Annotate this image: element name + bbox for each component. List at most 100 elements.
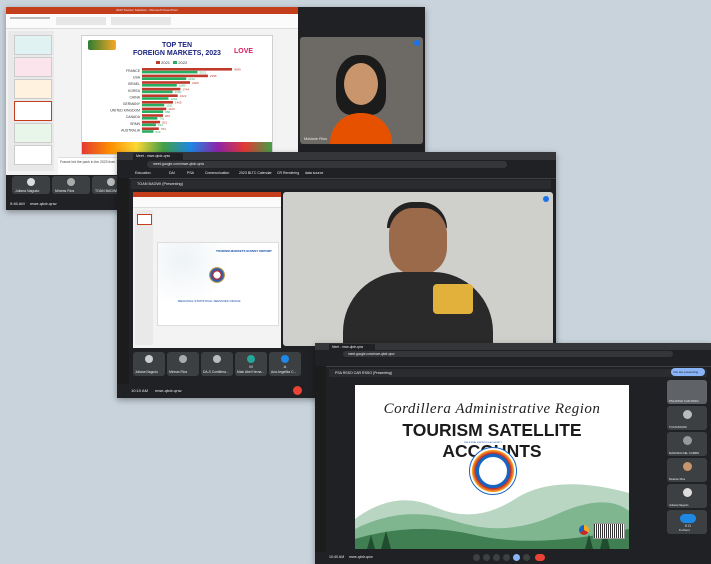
presenting-pill[interactable]: You are presenting — [671, 368, 705, 376]
browser-tabbar: Meet - mwe-qbdr-qnw — [117, 152, 556, 160]
bookmarks-bar — [315, 358, 711, 367]
avatar-initial: A — [283, 364, 287, 369]
bookmark[interactable]: Education — [135, 171, 151, 175]
participant-name: TOAN BAGWI — [95, 189, 118, 193]
bar-2021 — [142, 68, 232, 71]
avatar — [145, 355, 153, 363]
slide-thumbnail[interactable] — [14, 57, 52, 77]
participant-tile[interactable]: Mineas Rios — [167, 352, 199, 376]
slide-thumbnail[interactable] — [14, 123, 52, 143]
pin-icon[interactable] — [543, 196, 549, 202]
slide-heading: TOURISM MARKETS SURVEY REPORT — [216, 249, 272, 253]
ppt-title: 2023 Tourism Statistics - Microsoft Powe… — [116, 8, 178, 12]
side-rail — [117, 178, 129, 398]
market-label: ISRAEL — [128, 82, 140, 86]
bookmark[interactable]: data source — [305, 171, 323, 175]
slide-thumbnail[interactable] — [14, 35, 52, 55]
participant-tile[interactable]: A Ana Angelika C... — [269, 352, 301, 376]
participant-name: Melanie Rios — [669, 477, 686, 481]
participant-tile[interactable]: Melanie Rios — [667, 458, 707, 482]
bookmark[interactable]: CR Rendering — [277, 171, 299, 175]
participant-tile[interactable]: TOAN BAGWI — [667, 406, 707, 430]
participant-name: Juliana Nagudo — [15, 189, 40, 193]
speaker-video-tile[interactable] — [283, 192, 553, 346]
bar-2022 — [142, 77, 187, 80]
presenting-bar: PSA RSSO CAR RSSO (Presenting) — [329, 369, 707, 377]
market-label: USA — [133, 76, 141, 80]
raise-hand-button[interactable] — [503, 554, 510, 561]
slide-footer: REGIONAL STATISTICAL SERVICES OFFICE — [178, 299, 241, 303]
meeting-time: 9:46 AM — [10, 201, 25, 206]
url-text: meet.google.com/mwe-qbdr-qnw — [348, 352, 395, 356]
participant-name: Ana Angelika C... — [271, 370, 297, 374]
bar-value-label: 1405 — [175, 101, 182, 105]
qr-code-icon — [593, 523, 625, 539]
browser-tab[interactable]: Meet - mwe-qbdr-qnw — [133, 153, 183, 160]
mic-button[interactable] — [473, 554, 480, 561]
presenting-bar: TOAN BAGWI (Presenting) — [131, 180, 551, 189]
url-text: meet.google.com/mwe-qbdr-qnw — [153, 162, 204, 166]
region-title: Cordillera Administrative Region — [383, 401, 601, 417]
browser-addressbar: meet.google.com/mwe-qbdr-qnw — [117, 160, 556, 169]
participant-tile[interactable]: Juliana Nagudo — [12, 176, 50, 194]
market-label: FRANCE — [126, 69, 141, 73]
self-video-tile[interactable]: Melanie Rios — [300, 37, 423, 144]
bookmark[interactable]: 2023 BLTC Calendar — [239, 171, 272, 175]
pin-icon[interactable] — [414, 40, 420, 46]
captions-button[interactable] — [493, 554, 500, 561]
participant-tile[interactable]: DA-S Cordillera... — [201, 352, 233, 376]
market-label: GERMANY — [123, 102, 141, 106]
avatar — [67, 178, 75, 186]
slide-thumbnail[interactable] — [14, 79, 52, 99]
bar-value-label: 1622 — [180, 94, 187, 98]
participant-name: Main Abel Herna... — [237, 370, 265, 374]
meeting-code: mwe-qbdr-qnw — [349, 555, 373, 559]
bar-2021 — [142, 74, 208, 78]
side-rail — [315, 366, 326, 564]
avatar — [683, 488, 692, 497]
participant-tile[interactable]: M Main Abel Herna... — [235, 352, 267, 376]
participant-tile[interactable]: Juliana Nagudo — [133, 352, 165, 376]
present-button[interactable] — [513, 554, 520, 561]
others-count: 8 others — [679, 528, 690, 532]
participant-name: Mineas Rios — [55, 189, 75, 193]
avatar — [27, 178, 35, 186]
slide-thumbnail[interactable] — [14, 145, 52, 165]
bar-2022 — [142, 90, 173, 94]
participant-name: PSA RSSO CAR RSSO — [669, 399, 699, 403]
url-field[interactable]: meet.google.com/mwe-qbdr-qnw — [147, 161, 507, 168]
self-name-label: Melanie Rios — [304, 136, 328, 141]
end-call-button[interactable] — [293, 386, 302, 395]
participant-tile[interactable]: Mineas Rios — [52, 176, 90, 194]
others-tile[interactable]: K D 8 others — [667, 510, 707, 534]
participant-tile[interactable]: PSA RSSO CAR RSSO — [667, 380, 707, 404]
presented-powerpoint: TOURISM MARKETS SURVEY REPORT REGIONAL S… — [133, 192, 281, 348]
avatar — [683, 462, 692, 471]
meeting-time: 10:40 AM — [329, 555, 345, 559]
tab-label: Meet - mwe-qbdr-qnw — [136, 154, 171, 158]
presenting-label: TOAN BAGWI (Presenting) — [137, 182, 183, 186]
url-field[interactable]: meet.google.com/mwe-qbdr-qnw — [343, 351, 673, 357]
more-options-button[interactable] — [523, 554, 530, 561]
bar-2022 — [142, 97, 169, 100]
powerpoint-window: 2023 Tourism Statistics - Microsoft Powe… — [6, 7, 298, 175]
bar-value-label: 1744 — [182, 87, 189, 91]
bookmark[interactable]: Communication — [205, 171, 229, 175]
bar-value-label: 2995 — [210, 74, 217, 78]
bar-2022 — [142, 123, 156, 127]
slide-thumbnails-pane — [8, 31, 54, 171]
market-bar-chart: FRANCE 40892521USA 29952010ISRAEL 21801580K… — [110, 68, 241, 134]
bookmark[interactable]: DAI — [169, 171, 175, 175]
bar-2022 — [142, 103, 165, 107]
slide-thumbnail[interactable] — [14, 101, 52, 121]
bar-2022 — [142, 130, 154, 133]
camera-button[interactable] — [483, 554, 490, 561]
end-call-button[interactable] — [535, 554, 545, 561]
avatar-initial: M — [249, 364, 253, 369]
participant-tile[interactable]: MANCRAI DEL CUMBO — [667, 432, 707, 456]
participant-tile[interactable]: Juliana Nagudo — [667, 484, 707, 508]
slide-thumbnail[interactable] — [137, 214, 152, 225]
screenshot-3: Meet - mwe-qbdr-qnw meet.google.com/mwe-… — [315, 343, 711, 564]
bookmark[interactable]: PSA — [187, 171, 194, 175]
main-slide: TOURISM MARKETS SURVEY REPORT REGIONAL S… — [157, 242, 279, 326]
